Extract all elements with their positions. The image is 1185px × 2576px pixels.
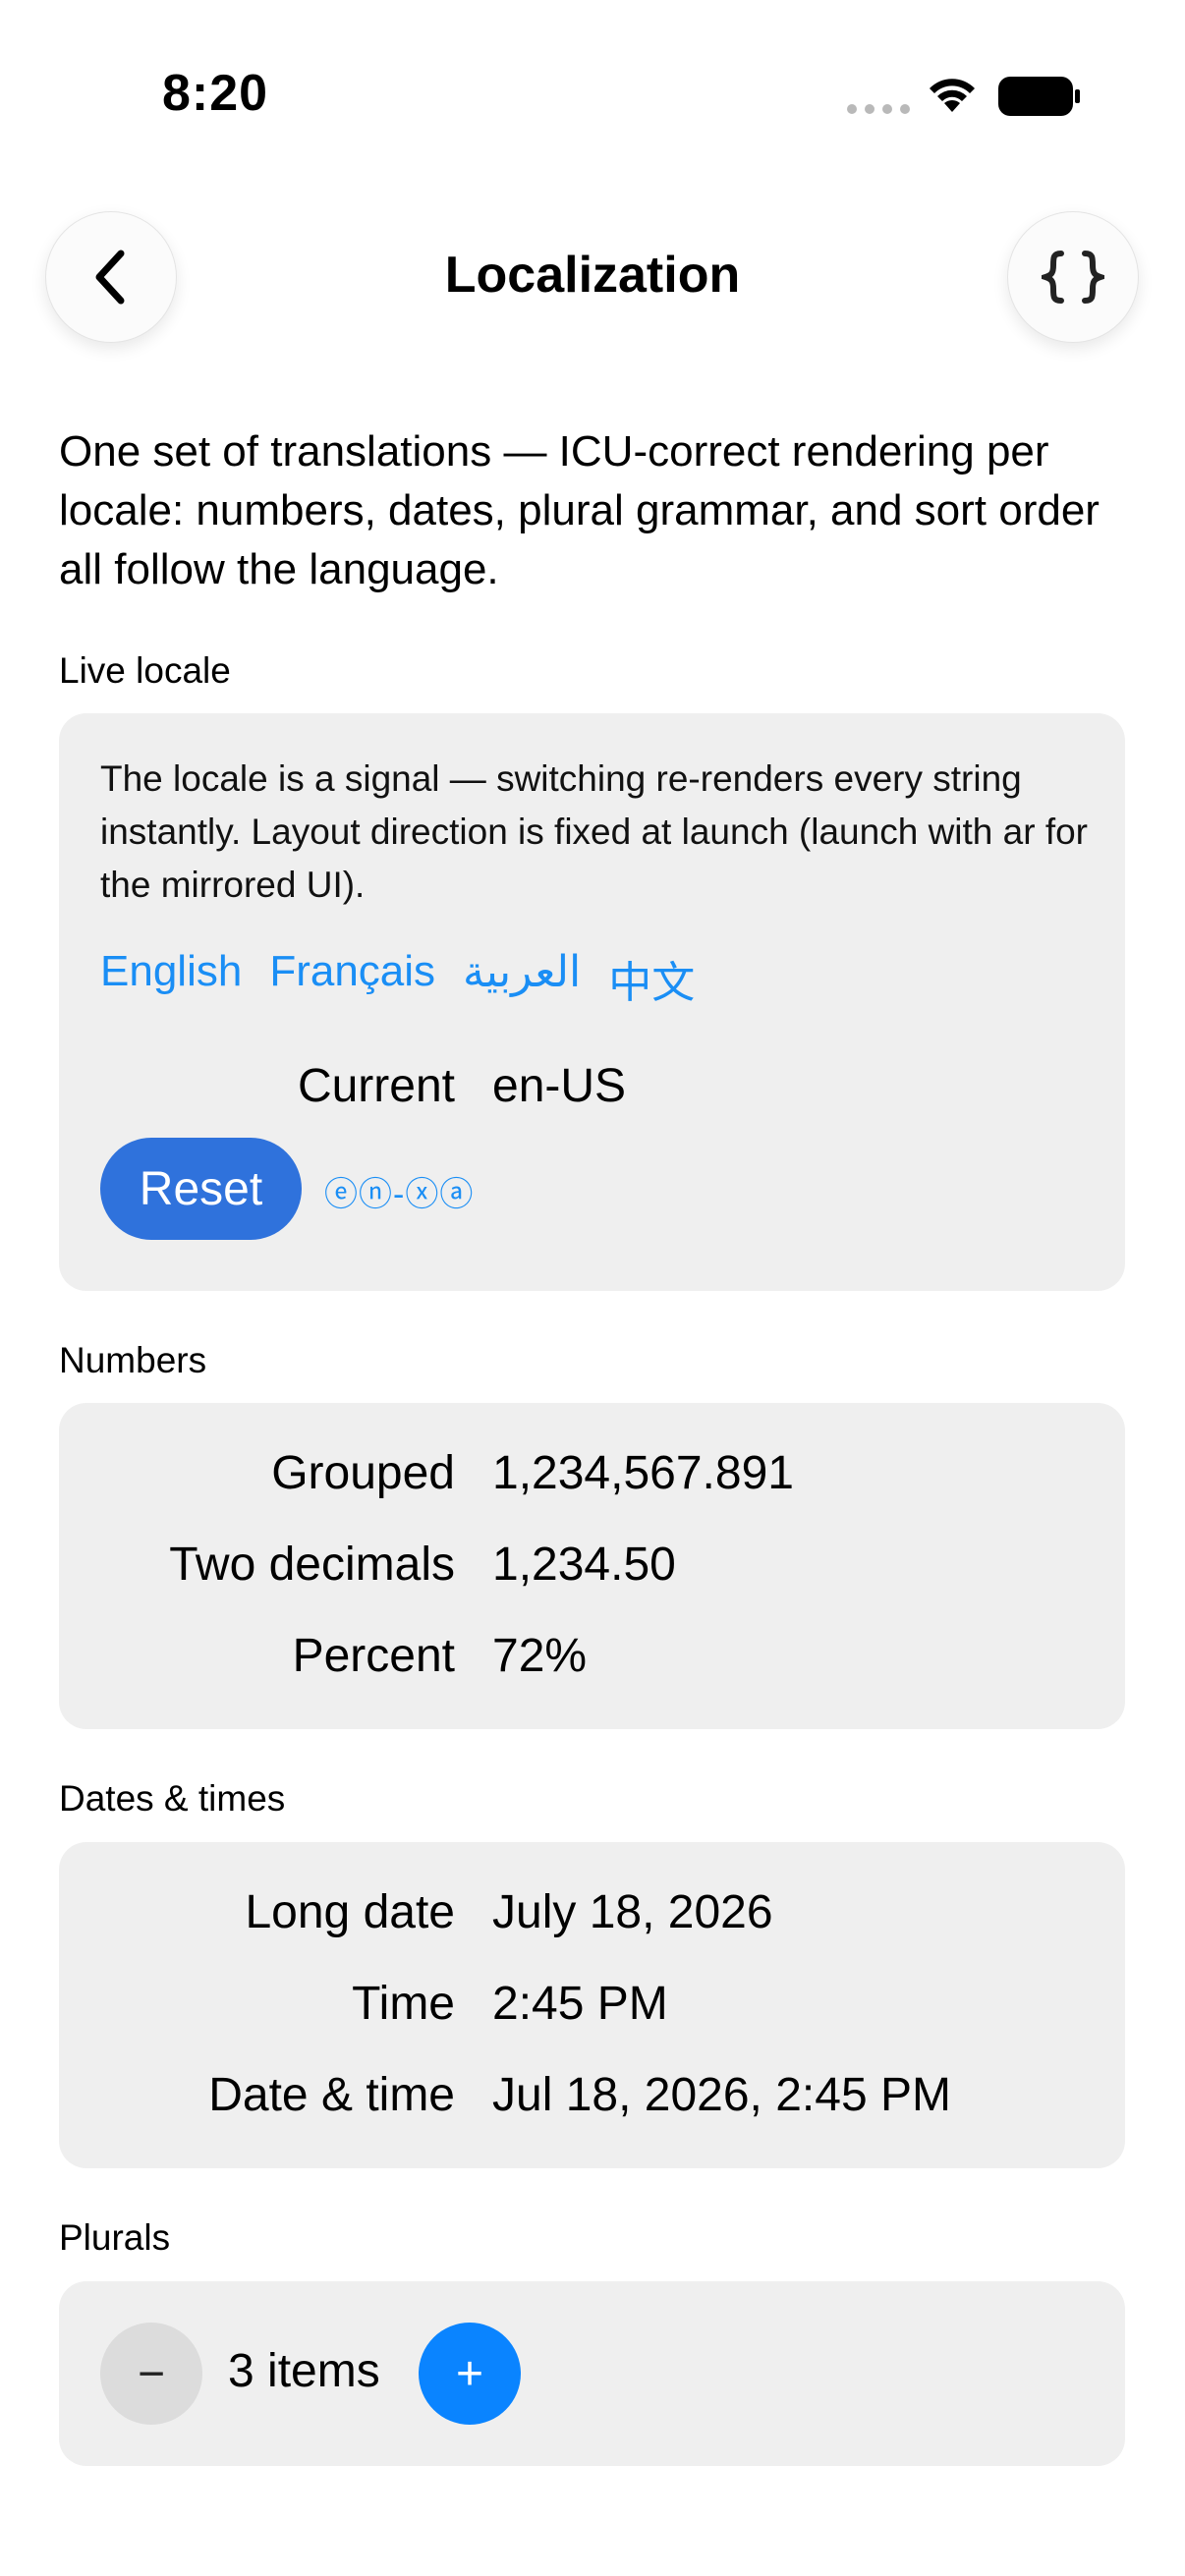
language-option-french[interactable]: Français <box>269 947 435 1010</box>
section-label-numbers: Numbers <box>59 1340 207 1380</box>
plural-count-text: 3 items <box>228 2345 380 2397</box>
intro-text: One set of translations — ICU-correct re… <box>59 427 1100 593</box>
current-locale-value: en-US <box>492 1060 627 1112</box>
battery-icon <box>998 77 1080 116</box>
decrement-button[interactable]: − <box>100 2323 202 2425</box>
number-key: Percent <box>292 1630 455 1682</box>
current-locale-label: Current <box>297 1060 455 1112</box>
date-key: Long date <box>245 1886 455 1938</box>
status-time: 8:20 <box>162 65 269 122</box>
plurals-card: − 3 items + <box>59 2281 1125 2466</box>
number-value: 1,234,567.891 <box>492 1447 794 1499</box>
number-key: Grouped <box>271 1447 455 1499</box>
language-option-english[interactable]: English <box>100 947 242 1010</box>
pseudo-locale-button[interactable]: ⓔⓝ-ⓧⓐ <box>324 1167 474 1215</box>
numbers-card: Grouped 1,234,567.891 Two decimals 1,234… <box>59 1403 1125 1729</box>
wifi-icon <box>930 79 975 112</box>
status-bar: 8:20 <box>0 0 1185 187</box>
date-value: July 18, 2026 <box>492 1886 773 1938</box>
number-value: 1,234.50 <box>492 1539 676 1591</box>
increment-button[interactable]: + <box>419 2323 521 2425</box>
language-picker: English Français العربية 中文 <box>100 947 695 1010</box>
date-value: Jul 18, 2026, 2:45 PM <box>492 2069 951 2121</box>
language-option-chinese[interactable]: 中文 <box>608 947 695 1010</box>
braces-icon <box>1042 251 1104 304</box>
section-label-plurals: Plurals <box>59 2217 171 2258</box>
locale-note: The locale is a signal — switching re-re… <box>100 758 1088 905</box>
date-key: Time <box>352 1978 455 2030</box>
live-locale-card: The locale is a signal — switching re-re… <box>59 713 1125 1291</box>
reset-button[interactable]: Reset <box>100 1138 302 1240</box>
section-label-live-locale: Live locale <box>59 650 231 691</box>
language-option-arabic[interactable]: العربية <box>463 947 581 1010</box>
section-label-dates: Dates & times <box>59 1778 286 1819</box>
number-key: Two decimals <box>169 1539 455 1591</box>
view-source-button[interactable] <box>1007 211 1139 343</box>
number-value: 72% <box>492 1630 588 1682</box>
date-key: Date & time <box>208 2069 455 2121</box>
dates-card: Long date July 18, 2026 Time 2:45 PM Dat… <box>59 1842 1125 2168</box>
date-value: 2:45 PM <box>492 1978 668 2030</box>
cellular-signal-icon <box>847 104 910 114</box>
